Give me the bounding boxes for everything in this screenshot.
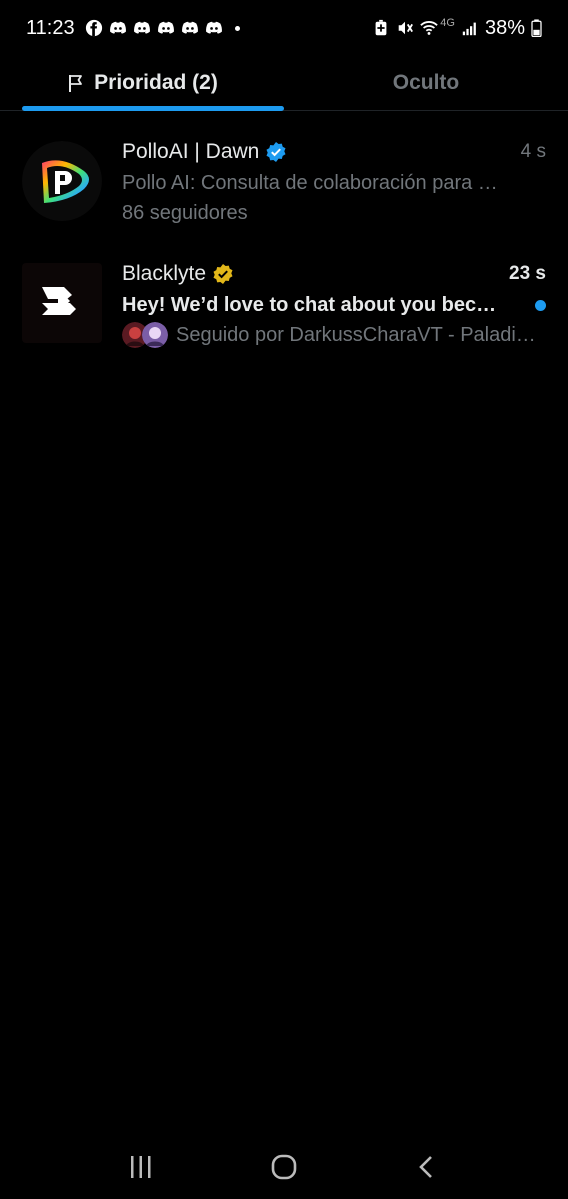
home-icon	[271, 1154, 297, 1179]
verified-badge-icon	[266, 142, 286, 162]
gold-verified-badge-icon	[213, 264, 233, 284]
screen: 11:23 4G 38% Prioridad (2) Oculto PolloA…	[0, 0, 568, 1199]
back-icon	[418, 1155, 432, 1178]
status-bar: 11:23 4G 38%	[0, 0, 568, 56]
flag-icon	[69, 75, 83, 92]
unread-indicator	[535, 299, 546, 311]
polloai-logo-icon[interactable]	[22, 141, 102, 221]
conversation-item[interactable]: Blacklyte 23 s Hey! We’d love to chat ab…	[0, 258, 568, 358]
discord-icon	[133, 21, 150, 34]
sender-name: PolloAI | Dawn	[122, 140, 260, 163]
system-nav-bar	[0, 1134, 568, 1199]
tab-prioridad-label: Prioridad (2)	[94, 71, 218, 94]
conversation-header: PolloAI | Dawn 4 s	[122, 136, 546, 168]
status-left: 11:23	[26, 17, 240, 40]
blacklyte-logo-icon[interactable]	[22, 263, 102, 343]
discord-icon	[205, 21, 222, 34]
discord-icon	[181, 21, 198, 34]
discord-icon	[157, 21, 174, 34]
battery-saver-icon	[375, 19, 387, 36]
conversation-header: Blacklyte 23 s	[122, 258, 546, 290]
network-label: 4G	[440, 17, 455, 29]
status-time: 11:23	[26, 16, 75, 39]
follower-count: 86 seguidores	[122, 202, 248, 224]
battery-icon	[531, 19, 542, 37]
message-snippet: Hey! We’d love to chat about you bec…	[122, 294, 497, 316]
tab-bar: Prioridad (2) Oculto	[0, 56, 568, 111]
back-button[interactable]	[397, 1147, 457, 1187]
followed-by-text: Seguido por DarkussCharaVT - Paladi…	[176, 324, 536, 346]
discord-icon	[109, 21, 126, 34]
followed-by-row: Seguido por DarkussCharaVT - Paladi…	[122, 320, 545, 350]
more-notifications-dot	[234, 25, 240, 31]
mute-icon	[398, 21, 414, 35]
tab-oculto[interactable]: Oculto	[284, 56, 568, 110]
conversation-body: PolloAI | Dawn 4 s Pollo AI: Consulta de…	[122, 136, 546, 236]
message-snippet: Pollo AI: Consulta de colaboración para …	[122, 172, 498, 194]
mutual-avatar	[142, 322, 168, 348]
facebook-icon	[85, 19, 102, 37]
recent-apps-icon	[131, 1155, 151, 1178]
signal-icon	[462, 22, 476, 36]
sender-name: Blacklyte	[122, 262, 207, 285]
active-tab-indicator	[22, 106, 284, 111]
status-right: 4G 38%	[372, 17, 542, 40]
wifi-icon	[420, 21, 439, 35]
tab-oculto-label: Oculto	[392, 71, 460, 94]
message-time: 4 s	[520, 141, 546, 162]
tab-prioridad[interactable]: Prioridad (2)	[0, 56, 284, 111]
snippet-row: Hey! We’d love to chat about you bec…	[122, 290, 546, 320]
message-time: 23 s	[509, 263, 546, 284]
home-button[interactable]	[254, 1147, 314, 1187]
conversation-item[interactable]: PolloAI | Dawn 4 s Pollo AI: Consulta de…	[0, 136, 568, 236]
battery-percent: 38%	[484, 16, 525, 39]
conversation-body: Blacklyte 23 s Hey! We’d love to chat ab…	[122, 258, 546, 358]
mutual-avatars	[122, 322, 168, 348]
recent-apps-button[interactable]	[111, 1147, 171, 1187]
